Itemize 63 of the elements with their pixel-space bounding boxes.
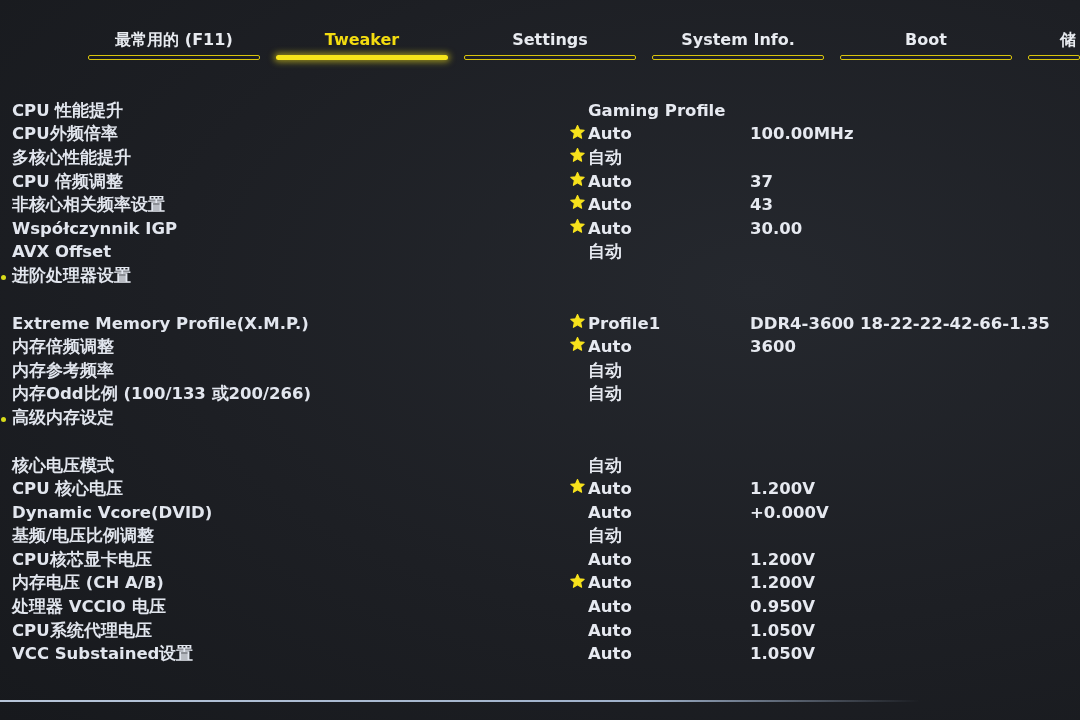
current-reading: 1.050V <box>750 620 815 641</box>
setting-value[interactable]: Auto <box>588 218 632 239</box>
setting-label[interactable]: Extreme Memory Profile(X.M.P.) <box>12 313 309 334</box>
current-reading: 1.200V <box>750 573 815 594</box>
current-reading: +0.000V <box>750 502 829 523</box>
current-reading: 3600 <box>750 337 796 358</box>
setting-label[interactable]: Dynamic Vcore(DVID) <box>12 502 213 523</box>
current-reading: 37 <box>750 171 773 192</box>
setting-label[interactable]: 核心电压模式 <box>12 455 114 476</box>
current-reading: 1.200V <box>750 549 815 570</box>
setting-value[interactable]: 自动 <box>588 242 622 263</box>
menu-tab[interactable]: Settings <box>464 29 636 60</box>
setting-value[interactable]: Auto <box>588 479 632 500</box>
setting-value[interactable]: Auto <box>588 337 632 358</box>
setting-value[interactable]: Auto <box>588 502 632 523</box>
setting-value[interactable]: Auto <box>588 124 632 145</box>
setting-value[interactable]: 自动 <box>588 455 622 476</box>
setting-value[interactable]: Auto <box>588 573 632 594</box>
setting-label[interactable]: CPU 性能提升 <box>12 100 124 121</box>
menu-tab[interactable]: Boot <box>840 29 1012 60</box>
current-reading: 43 <box>750 195 773 216</box>
setting-label[interactable]: 多核心性能提升 <box>12 148 131 168</box>
current-reading: 0.950V <box>750 597 815 618</box>
submenu-item[interactable]: 进阶处理器设置 <box>12 265 131 286</box>
setting-label[interactable]: 内存电压 (CH A/B) <box>12 573 164 594</box>
current-reading: 1.050V <box>750 644 815 665</box>
setting-value[interactable]: 自动 <box>588 360 622 381</box>
current-reading: 1.200V <box>750 479 815 500</box>
setting-value[interactable]: Auto <box>588 597 632 618</box>
setting-value[interactable]: 自动 <box>588 526 622 547</box>
current-reading: 30.00 <box>750 218 803 239</box>
setting-label[interactable]: 处理器 VCCIO 电压 <box>12 597 166 618</box>
setting-label[interactable]: 内存倍频调整 <box>12 337 114 358</box>
menu-tab[interactable]: 最常用的 (F11) <box>88 29 260 60</box>
current-reading: DDR4-3600 18-22-22-42-66-1.35 <box>750 313 1050 334</box>
setting-label[interactable]: CPU外频倍率 <box>12 124 118 145</box>
submenu-dot-icon <box>1 274 6 280</box>
submenu-item[interactable]: 高级内存设定 <box>12 407 114 428</box>
setting-label[interactable]: 内存参考频率 <box>12 360 114 381</box>
menu-tab[interactable]: System Info. <box>652 29 824 60</box>
setting-label[interactable]: CPU系统代理电压 <box>12 620 152 641</box>
setting-value[interactable]: Gaming Profile <box>588 100 726 121</box>
setting-value[interactable]: Auto <box>588 171 632 192</box>
setting-label[interactable]: CPU核芯显卡电压 <box>12 549 152 570</box>
setting-value[interactable]: Auto <box>588 549 632 570</box>
setting-value[interactable]: Profile1 <box>588 313 661 334</box>
setting-label[interactable]: 基频/电压比例调整 <box>12 526 155 547</box>
menu-tab[interactable]: 储 <box>1028 29 1080 60</box>
setting-label[interactable]: CPU 倍频调整 <box>12 171 124 192</box>
setting-label[interactable]: AVX Offset <box>12 242 112 263</box>
submenu-dot-icon <box>1 416 6 422</box>
setting-value[interactable]: 自动 <box>588 148 622 168</box>
setting-label[interactable]: 内存Odd比例 (100/133 或200/266) <box>12 384 312 405</box>
setting-label[interactable]: Współczynnik IGP <box>12 218 178 239</box>
current-reading: 100.00MHz <box>750 124 854 145</box>
setting-value[interactable]: Auto <box>588 195 632 216</box>
setting-label[interactable]: VCC Substained设置 <box>12 644 194 665</box>
setting-value[interactable]: Auto <box>588 644 632 665</box>
setting-label[interactable]: 非核心相关频率设置 <box>12 195 165 216</box>
setting-value[interactable]: Auto <box>588 620 632 641</box>
menu-tab[interactable]: Tweaker <box>276 29 448 60</box>
setting-label[interactable]: CPU 核心电压 <box>12 479 124 500</box>
setting-value[interactable]: 自动 <box>588 384 622 405</box>
